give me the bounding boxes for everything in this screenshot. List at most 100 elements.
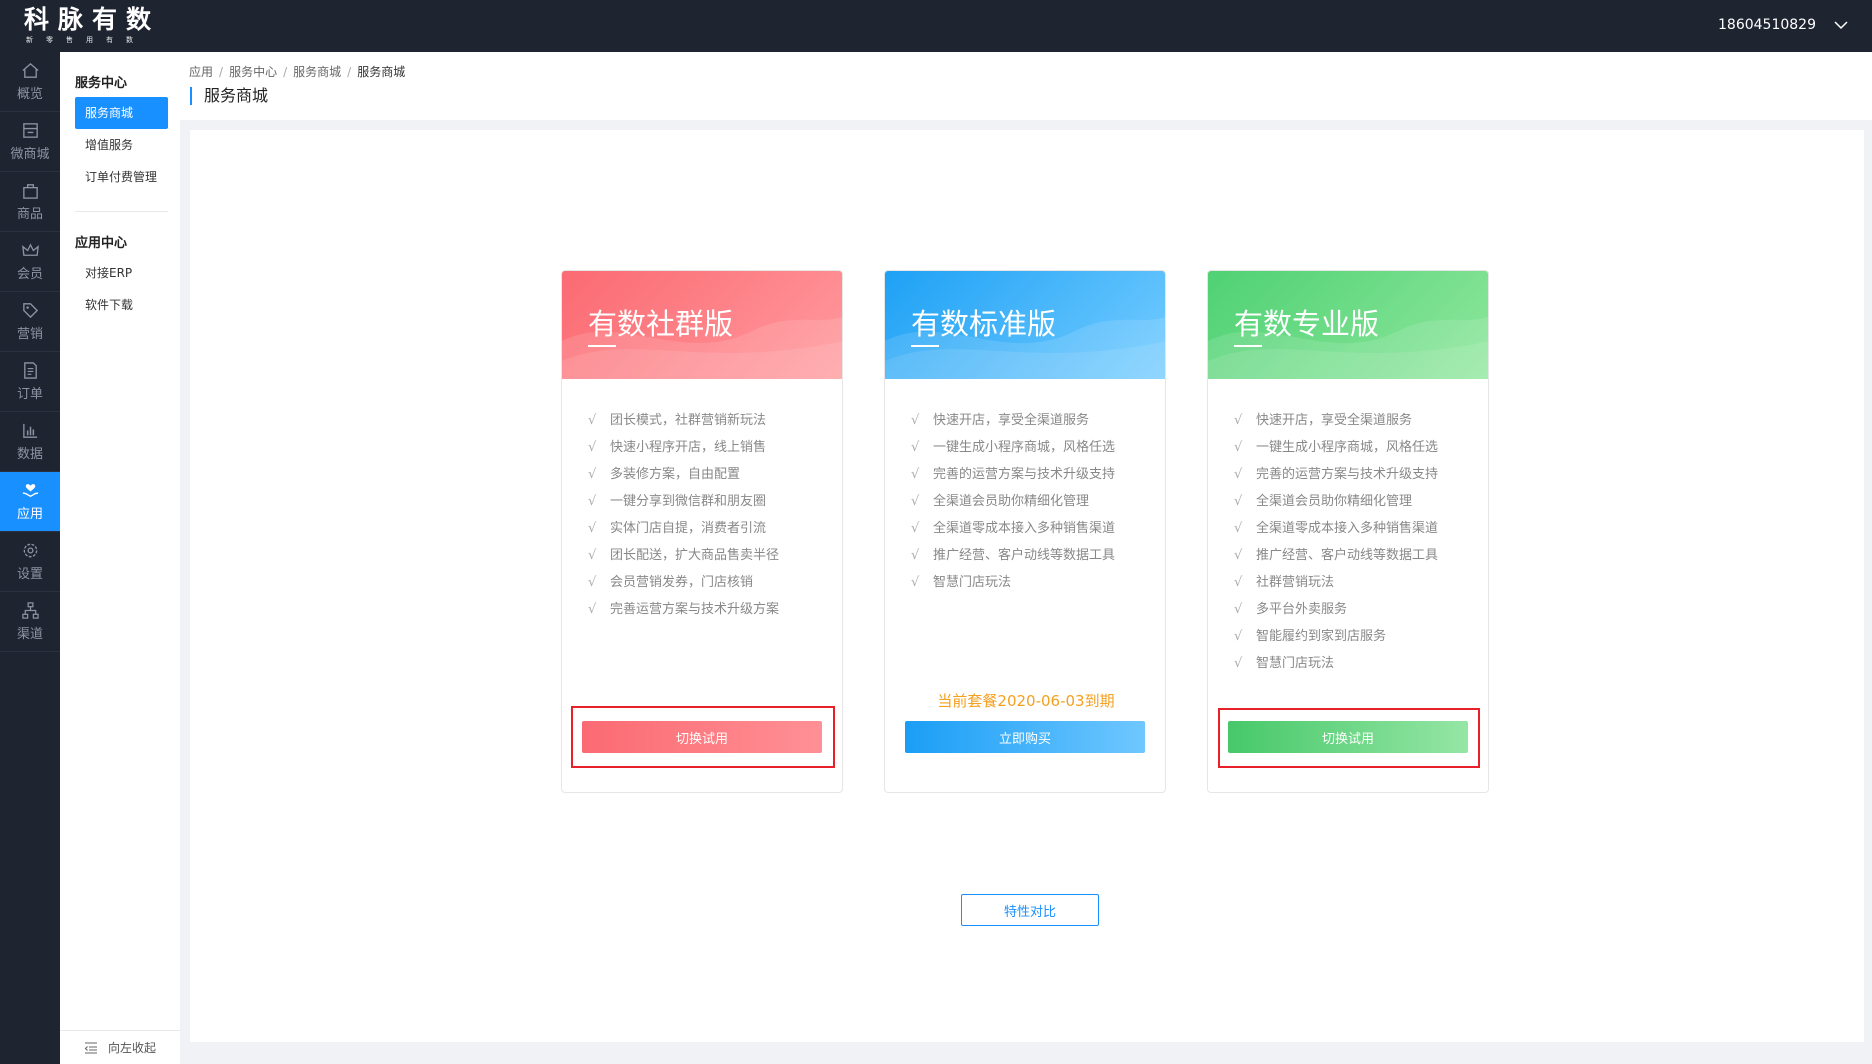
check-icon: √ <box>588 575 597 590</box>
check-icon: √ <box>588 467 597 482</box>
highlight-annotation <box>1218 708 1480 768</box>
check-icon: √ <box>911 548 920 563</box>
feature-item: √ 多平台外卖服务 <box>1234 596 1488 623</box>
subnav-item-order-billing[interactable]: 订单付费管理 <box>75 161 168 193</box>
check-icon: √ <box>588 413 597 428</box>
title-underline <box>1234 345 1262 347</box>
feature-item: √ 完善的运营方案与技术升级支持 <box>1234 461 1488 488</box>
collapse-sidebar-button[interactable]: 向左收起 <box>60 1030 180 1064</box>
brand-logo[interactable]: 科脉有数 新零售用有数 <box>24 6 160 45</box>
plan-title: 有数专业版 <box>1234 307 1380 341</box>
chevron-down-icon[interactable] <box>1832 16 1850 34</box>
subnav-item-download[interactable]: 软件下载 <box>75 289 168 321</box>
feature-item: √ 完善的运营方案与技术升级支持 <box>911 461 1165 488</box>
crown-icon <box>21 243 39 256</box>
buy-now-button[interactable]: 立即购买 <box>905 721 1145 753</box>
check-icon: √ <box>1234 413 1243 428</box>
feature-item: √ 实体门店自提，消费者引流 <box>588 515 842 542</box>
brand-tagline: 新零售用有数 <box>26 36 146 44</box>
nav-label: 商品 <box>16 207 43 222</box>
title-underline <box>588 345 616 347</box>
heart-hand-icon <box>22 484 38 497</box>
highlight-annotation <box>571 706 835 768</box>
bar-chart-icon <box>22 423 37 438</box>
subnav-group-title: 应用中心 <box>75 236 128 251</box>
check-icon: √ <box>588 494 597 509</box>
feature-item: √ 社群营销玩法 <box>1234 569 1488 596</box>
store-icon <box>22 123 38 138</box>
gear-icon <box>23 543 37 558</box>
feature-item: √ 推广经营、客户动线等数据工具 <box>1234 542 1488 569</box>
feature-item: √ 多装修方案，自由配置 <box>588 461 842 488</box>
secondary-sidebar: 服务中心 服务商城 增值服务 订单付费管理 应用中心 对接ERP 软件下载 向左… <box>60 52 180 1064</box>
feature-item: √ 全渠道零成本接入多种销售渠道 <box>1234 515 1488 542</box>
nav-overview[interactable]: 概览 <box>0 52 60 112</box>
check-icon: √ <box>588 602 597 617</box>
page-header: 应用 / 服务中心 / 服务商城 / 服务商城 服务商城 <box>180 52 1872 120</box>
check-icon: √ <box>1234 521 1243 536</box>
feature-item: √ 完善运营方案与技术升级方案 <box>588 596 842 623</box>
main-panel: 有数社群版 √ 团长模式，社群营销新玩法 √ 快速小程序开店，线上销售 √ 多装修方案… <box>190 130 1864 1042</box>
feature-item: √ 团长模式，社群营销新玩法 <box>588 407 842 434</box>
breadcrumb-current: 服务商城 <box>357 65 406 79</box>
breadcrumb-item[interactable]: 服务商城 <box>293 65 341 79</box>
feature-item: √ 一键生成小程序商城，风格任选 <box>1234 434 1488 461</box>
nav-label: 数据 <box>16 447 43 462</box>
page-title: 服务商城 <box>190 87 268 105</box>
nav-label: 订单 <box>16 387 43 402</box>
brand-name: 科脉有数 <box>24 5 161 34</box>
collapse-label: 向左收起 <box>108 1041 157 1055</box>
feature-item: √ 全渠道零成本接入多种销售渠道 <box>911 515 1165 542</box>
nav-marketing[interactable]: 营销 <box>0 292 60 352</box>
feature-item: √ 会员营销发券，门店核销 <box>588 569 842 596</box>
check-icon: √ <box>911 575 920 590</box>
breadcrumb-item[interactable]: 服务中心 <box>229 65 277 79</box>
check-icon: √ <box>911 413 920 428</box>
title-underline <box>911 345 939 347</box>
feature-item: √ 快速开店，享受全渠道服务 <box>1234 407 1488 434</box>
feature-item: √ 智能履约到家到店服务 <box>1234 623 1488 650</box>
user-account[interactable]: 18604510829 <box>1718 17 1816 33</box>
subnav-item-erp[interactable]: 对接ERP <box>75 257 168 289</box>
check-icon: √ <box>1234 575 1243 590</box>
plan-title: 有数社群版 <box>588 307 734 341</box>
plan-card-header: 有数社群版 <box>562 271 842 379</box>
check-icon: √ <box>1234 629 1243 644</box>
subnav-item-service-mall[interactable]: 服务商城 <box>75 97 168 129</box>
feature-item: √ 快速开店，享受全渠道服务 <box>911 407 1165 434</box>
feature-item: √ 智慧门店玩法 <box>1234 650 1488 677</box>
feature-item: √ 推广经营、客户动线等数据工具 <box>911 542 1165 569</box>
nav-microstore[interactable]: 微商城 <box>0 112 60 172</box>
subnav-item-value-added[interactable]: 增值服务 <box>75 129 168 161</box>
plan-card-header: 有数标准版 <box>885 271 1165 379</box>
subnav-divider <box>75 211 168 212</box>
bag-icon <box>22 184 38 199</box>
feature-item: √ 团长配送，扩大商品售卖半径 <box>588 542 842 569</box>
nav-settings[interactable]: 设置 <box>0 532 60 592</box>
nav-member[interactable]: 会员 <box>0 232 60 292</box>
collapse-left-icon <box>84 1041 97 1054</box>
check-icon: √ <box>1234 494 1243 509</box>
breadcrumb-item[interactable]: 应用 <box>189 65 213 79</box>
nav-label: 渠道 <box>16 627 43 642</box>
plan-expiry-notice: 当前套餐2020-06-03到期 <box>937 692 1115 710</box>
feature-item: √ 全渠道会员助你精细化管理 <box>1234 488 1488 515</box>
nav-label: 营销 <box>16 327 43 342</box>
feature-item: √ 全渠道会员助你精细化管理 <box>911 488 1165 515</box>
nav-orders[interactable]: 订单 <box>0 352 60 412</box>
check-icon: √ <box>1234 656 1243 671</box>
nav-apps[interactable]: 应用 <box>0 472 60 532</box>
subnav-group-title: 服务中心 <box>75 76 128 91</box>
check-icon: √ <box>911 494 920 509</box>
plan-title: 有数标准版 <box>911 307 1057 341</box>
nav-label: 概览 <box>16 87 43 102</box>
nav-goods[interactable]: 商品 <box>0 172 60 232</box>
nav-channels[interactable]: 渠道 <box>0 592 60 652</box>
feature-list: √ 团长模式，社群营销新玩法 √ 快速小程序开店，线上销售 √ 多装修方案，自由配置 … <box>562 379 842 623</box>
feature-compare-button[interactable]: 特性对比 <box>961 894 1099 926</box>
feature-item: √ 智慧门店玩法 <box>911 569 1165 596</box>
check-icon: √ <box>911 521 920 536</box>
tag-icon <box>22 303 38 319</box>
nav-data[interactable]: 数据 <box>0 412 60 472</box>
feature-item: √ 快速小程序开店，线上销售 <box>588 434 842 461</box>
